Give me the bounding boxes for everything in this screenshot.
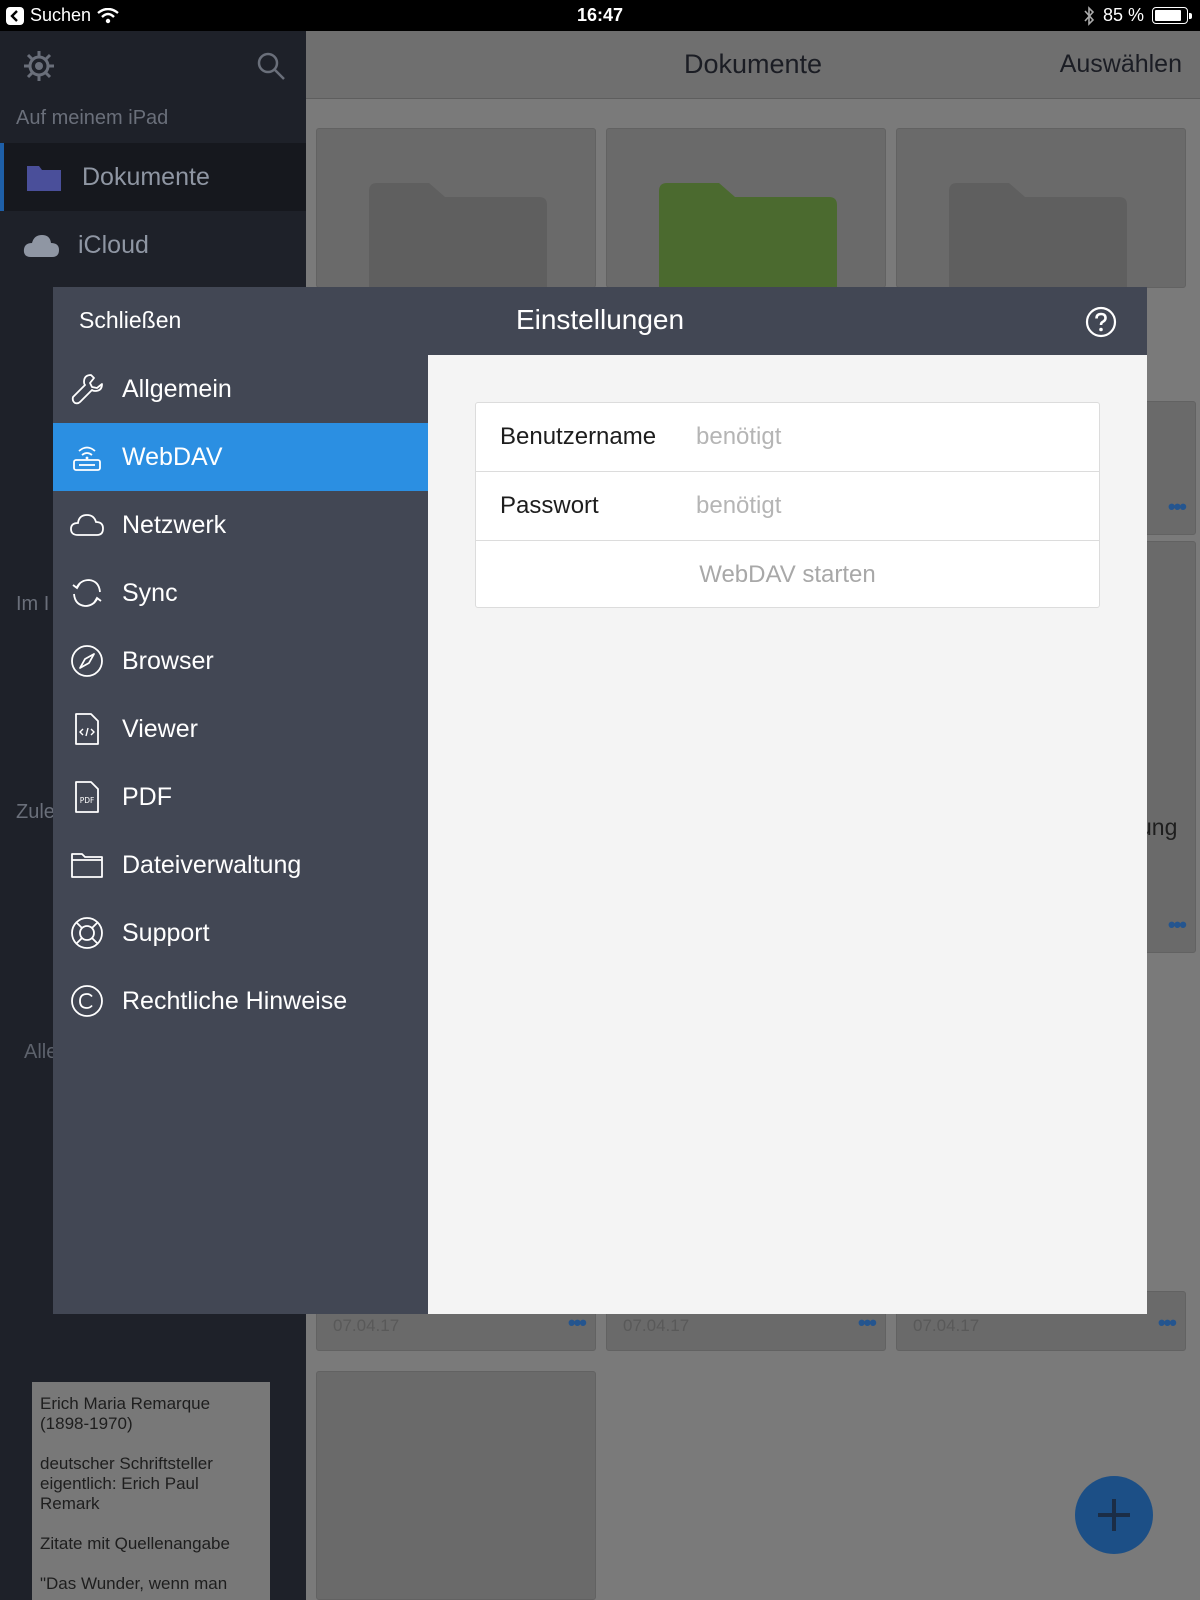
menu-item-label: Browser bbox=[122, 646, 214, 675]
section-partial: Im I bbox=[16, 593, 50, 615]
folder-icon bbox=[27, 166, 61, 191]
password-label: Passwort bbox=[500, 492, 599, 519]
sidebar-item-icloud[interactable]: iCloud bbox=[0, 211, 306, 279]
search-icon[interactable] bbox=[256, 51, 286, 81]
sync-icon bbox=[72, 579, 102, 607]
settings-modal: Schließen Einstellungen Allgemein WebDAV bbox=[53, 287, 1147, 1314]
note-line: Zitate mit Quellenangabe bbox=[40, 1534, 230, 1553]
menu-item-label: Dateiverwaltung bbox=[122, 850, 302, 879]
folder-icon bbox=[71, 853, 103, 878]
start-webdav-button[interactable]: WebDAV starten bbox=[476, 540, 1099, 608]
close-button[interactable]: Schließen bbox=[79, 307, 181, 334]
menu-item-label: Rechtliche Hinweise bbox=[122, 986, 348, 1015]
note-line: Erich Maria Remarque (1898-1970) bbox=[40, 1394, 211, 1433]
sidebar-item-documents[interactable]: Dokumente bbox=[0, 143, 306, 211]
username-label: Benutzername bbox=[500, 423, 657, 450]
file-tile[interactable] bbox=[316, 128, 596, 293]
select-button[interactable]: Auswählen bbox=[1060, 50, 1182, 79]
add-button[interactable] bbox=[1075, 1476, 1153, 1554]
trash-folder-icon bbox=[949, 183, 1127, 293]
file-tile[interactable] bbox=[896, 128, 1186, 293]
sidebar-item-label: Dokumente bbox=[82, 162, 210, 191]
note-line: "Das Wunder, wenn man bbox=[40, 1574, 228, 1593]
menu-item-pdf[interactable]: PDF PDF bbox=[53, 763, 428, 831]
more-icon[interactable]: ••• bbox=[1168, 912, 1187, 938]
settings-menu: Allgemein WebDAV Netzwerk Sync Browser V… bbox=[53, 355, 428, 1314]
wrench-icon bbox=[71, 374, 103, 405]
text-file-preview: Erich Maria Remarque (1898-1970) deutsch… bbox=[32, 1382, 270, 1600]
menu-item-label: Sync bbox=[122, 578, 178, 607]
settings-content: Benutzername Passwort WebDAV starten bbox=[428, 355, 1147, 1314]
section-partial: Zule bbox=[16, 801, 55, 823]
folder-icon bbox=[369, 183, 547, 293]
tile-date: 07.04.17 bbox=[333, 1316, 400, 1335]
status-bar: Suchen 16:47 85 % bbox=[0, 0, 1200, 31]
plus-icon bbox=[1098, 1499, 1130, 1531]
more-icon[interactable]: ••• bbox=[1158, 1310, 1177, 1336]
file-tile[interactable] bbox=[606, 128, 886, 293]
more-icon[interactable]: ••• bbox=[1168, 494, 1187, 520]
battery-percent: 85 % bbox=[1102, 5, 1144, 25]
svg-text:PDF: PDF bbox=[80, 796, 95, 805]
webdav-form: Benutzername Passwort WebDAV starten bbox=[475, 402, 1100, 608]
compass-icon bbox=[71, 645, 103, 677]
menu-item-viewer[interactable]: Viewer bbox=[53, 695, 428, 763]
clock: 16:47 bbox=[576, 5, 624, 25]
bluetooth-icon bbox=[1084, 5, 1095, 26]
menu-item-legal[interactable]: Rechtliche Hinweise bbox=[53, 967, 428, 1035]
username-row: Benutzername bbox=[476, 403, 1099, 471]
menu-item-browser[interactable]: Browser bbox=[53, 627, 428, 695]
menu-item-general[interactable]: Allgemein bbox=[53, 355, 428, 423]
back-arrow-icon[interactable] bbox=[6, 6, 24, 25]
back-app-label[interactable]: Suchen bbox=[30, 5, 91, 26]
username-field[interactable] bbox=[696, 417, 1076, 457]
usb-folder-icon bbox=[659, 183, 837, 293]
wifi-icon bbox=[97, 7, 119, 23]
sidebar-item-label: iCloud bbox=[78, 230, 149, 259]
modal-header: Schließen Einstellungen bbox=[53, 287, 1147, 355]
text-file-tile[interactable] bbox=[316, 1371, 596, 1600]
menu-item-label: WebDAV bbox=[122, 442, 223, 471]
code-file-icon bbox=[75, 713, 99, 745]
section-local: Auf meinem iPad bbox=[16, 107, 169, 129]
menu-item-label: Support bbox=[122, 918, 210, 947]
password-row: Passwort bbox=[476, 471, 1099, 539]
menu-item-file-management[interactable]: Dateiverwaltung bbox=[53, 831, 428, 899]
background-navbar: Dokumente Auswählen bbox=[306, 31, 1200, 99]
tile-date: 07.04.17 bbox=[913, 1316, 980, 1335]
modal-title: Einstellungen bbox=[515, 304, 685, 335]
password-field[interactable] bbox=[696, 486, 1076, 526]
battery-icon bbox=[1152, 7, 1192, 24]
pdf-file-icon: PDF bbox=[75, 781, 99, 813]
cloud-icon bbox=[70, 514, 104, 536]
menu-item-label: Allgemein bbox=[122, 374, 232, 403]
webdav-icon bbox=[73, 446, 101, 471]
lifebuoy-icon bbox=[71, 917, 103, 949]
menu-item-support[interactable]: Support bbox=[53, 899, 428, 967]
tile-date: 07.04.17 bbox=[623, 1316, 690, 1335]
copyright-icon bbox=[71, 985, 103, 1017]
menu-item-label: Viewer bbox=[122, 714, 198, 743]
help-icon[interactable] bbox=[1085, 306, 1117, 338]
menu-item-label: Netzwerk bbox=[122, 510, 227, 539]
menu-item-sync[interactable]: Sync bbox=[53, 559, 428, 627]
gear-icon[interactable] bbox=[22, 49, 56, 83]
menu-item-label: PDF bbox=[122, 782, 172, 811]
menu-item-network[interactable]: Netzwerk bbox=[53, 491, 428, 559]
cloud-icon bbox=[23, 235, 59, 257]
note-line: deutscher Schriftsteller eigentlich: Eri… bbox=[40, 1454, 213, 1513]
menu-item-webdav[interactable]: WebDAV bbox=[53, 423, 428, 491]
